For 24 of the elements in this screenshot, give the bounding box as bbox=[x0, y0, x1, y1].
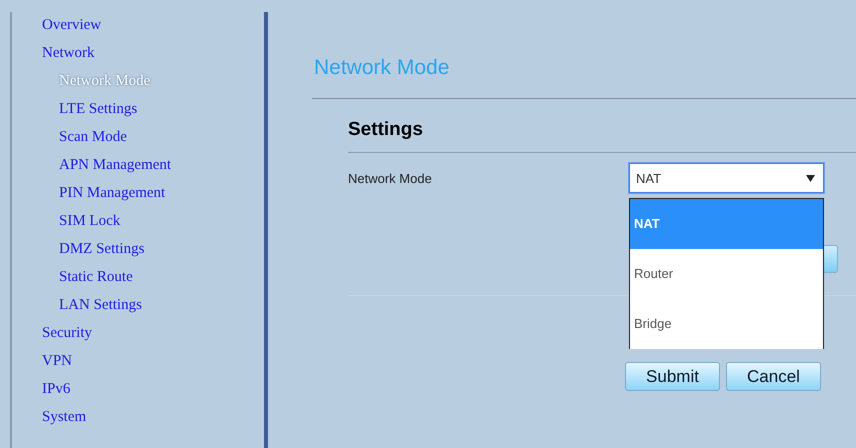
network-mode-select[interactable]: NAT bbox=[629, 163, 824, 193]
page-title: Network Mode bbox=[314, 55, 450, 81]
sidebar-item[interactable]: LAN Settings bbox=[42, 296, 142, 324]
action-button[interactable]: Submit bbox=[625, 362, 720, 391]
sidebar-item[interactable]: SIM Lock bbox=[42, 212, 120, 240]
sidebar-item[interactable]: IPv6 bbox=[42, 380, 70, 408]
sidebar-item[interactable]: Static Route bbox=[42, 268, 133, 296]
sidebar-item[interactable]: LTE Settings bbox=[42, 100, 138, 128]
sidebar-item[interactable]: Overview bbox=[42, 16, 102, 44]
dropdown-option[interactable]: NAT bbox=[630, 199, 823, 249]
section-title: Settings bbox=[348, 119, 423, 141]
field-label: Network Mode bbox=[348, 170, 433, 186]
sidebar-item[interactable]: APN Management bbox=[42, 156, 172, 184]
dropdown-option[interactable]: Bridge bbox=[630, 299, 823, 349]
sidebar-item[interactable]: Security bbox=[42, 324, 92, 352]
sidebar-item[interactable]: VPN bbox=[42, 352, 72, 380]
sidebar-item[interactable]: Network bbox=[42, 44, 94, 72]
dropdown-option[interactable]: Router bbox=[630, 249, 823, 299]
sidebar-item[interactable]: PIN Management bbox=[42, 184, 166, 212]
sidebar-item[interactable]: DMZ Settings bbox=[42, 240, 144, 268]
sidebar-item[interactable]: Scan Mode bbox=[42, 128, 127, 156]
sidebar-item[interactable]: System bbox=[42, 408, 86, 436]
caret-icon bbox=[806, 174, 815, 182]
action-button[interactable]: Cancel bbox=[726, 362, 821, 391]
